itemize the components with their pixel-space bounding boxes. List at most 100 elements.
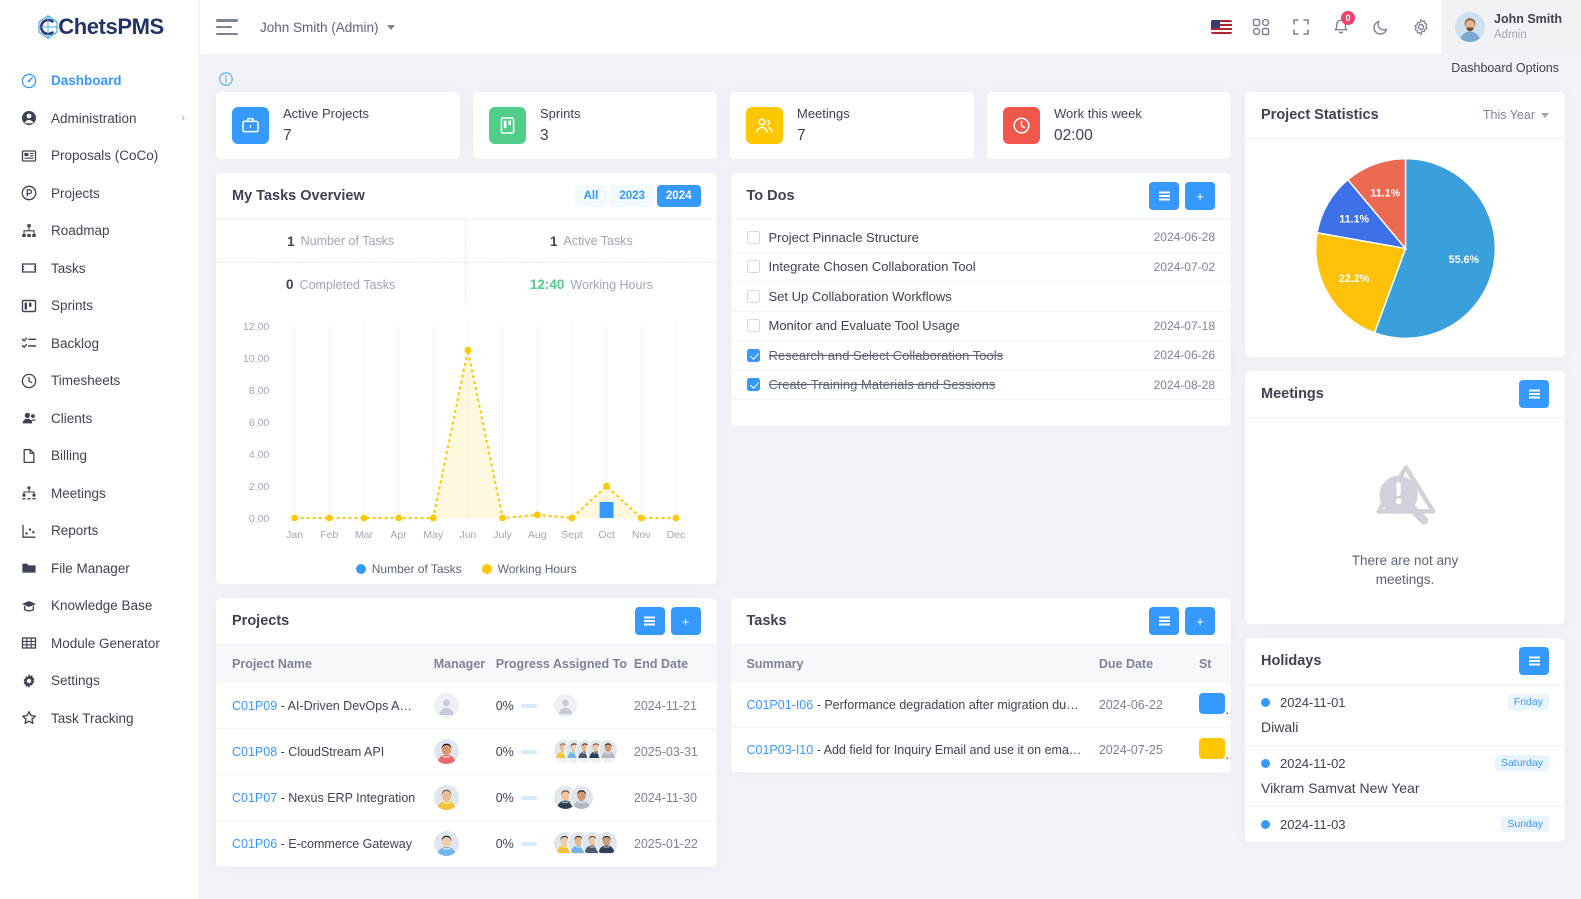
year-filter-2023[interactable]: 2023 (610, 184, 654, 208)
flag-us-icon[interactable] (1201, 0, 1241, 54)
metric-label: Number of Tasks (300, 234, 395, 248)
cell-project-name[interactable]: C01P09 - AI-Driven DevOps Automation (216, 683, 426, 729)
projects-menu-button[interactable] (634, 607, 665, 635)
table-row[interactable]: C01P07 - Nexus ERP Integration 0% 2024-11-… (216, 774, 717, 821)
todos-menu-button[interactable] (1149, 182, 1179, 210)
sidebar-item-billing[interactable]: Billing (0, 437, 199, 475)
task-code[interactable]: C01P01-I06 (747, 698, 814, 712)
sidebar-item-settings[interactable]: Settings (0, 662, 199, 700)
sidebar-item-administration[interactable]: Administration › (0, 100, 199, 138)
tasks-add-button[interactable]: + (1185, 607, 1215, 635)
column-project-name[interactable]: Project Name (216, 645, 426, 683)
sidebar-item-projects[interactable]: Projects (0, 175, 199, 213)
brand-logo[interactable]: ChetsPMS (0, 0, 199, 54)
table-row[interactable]: C01P01-I06 - Performance degradation aft… (730, 683, 1231, 728)
sidebar-item-sprints[interactable]: Sprints (0, 287, 199, 325)
project-code[interactable]: C01P06 (232, 837, 277, 851)
todo-item[interactable]: Set Up Collaboration Workflows (730, 282, 1231, 312)
profile-menu[interactable]: John Smith Admin (1441, 0, 1581, 54)
table-row[interactable]: C01P06 - E-commerce Gateway 0% 2025-01-22 (216, 820, 717, 867)
cell-project-name[interactable]: C01P06 - E-commerce Gateway (216, 820, 426, 867)
stat-card-work-this-week[interactable]: Work this week 02:00 (987, 92, 1231, 159)
list-item[interactable]: 2024-11-03 Sunday (1245, 807, 1565, 842)
todo-item[interactable]: Monitor and Evaluate Tool Usage 2024-07-… (730, 312, 1231, 341)
info-circle-icon[interactable] (219, 72, 233, 86)
sidebar-item-dashboard[interactable]: Dashboard (0, 62, 199, 100)
bell-icon[interactable]: 0 (1321, 0, 1361, 54)
cell-project-name[interactable]: C01P08 - CloudStream API (216, 728, 426, 775)
tasks-menu-button[interactable] (1149, 607, 1179, 635)
sidebar-item-label: Timesheets (51, 373, 121, 389)
sidebar-item-file-manager[interactable]: File Manager (0, 550, 199, 588)
user-switcher-dropdown[interactable]: John Smith (Admin) (260, 20, 395, 35)
sidebar-item-module-generator[interactable]: Module Generator (0, 625, 199, 663)
meetings-menu-button[interactable] (1519, 380, 1549, 408)
sidebar-item-reports[interactable]: Reports (0, 512, 199, 550)
todo-checkbox[interactable] (746, 230, 760, 244)
todo-checkbox[interactable] (746, 348, 760, 362)
stat-value: 7 (283, 126, 292, 144)
projects-add-button[interactable]: + (670, 607, 701, 635)
svg-text:Oct: Oct (598, 529, 614, 541)
task-code[interactable]: C01P03-I10 (747, 743, 814, 757)
sidebar-item-knowledge-base[interactable]: Knowledge Base (0, 587, 199, 625)
cell-summary[interactable]: C01P01-I06 - Performance degradation aft… (730, 683, 1091, 728)
todo-checkbox[interactable] (746, 260, 760, 274)
todo-item[interactable]: Project Pinnacle Structure 2024-06-28 (730, 223, 1231, 253)
todo-item[interactable]: Research and Select Collaboration Tools … (730, 341, 1231, 371)
sidebar-item-proposals[interactable]: Proposals (CoCo) (0, 137, 199, 175)
column-end-date[interactable]: End Date (625, 645, 717, 683)
sidebar-item-meetings[interactable]: Meetings (0, 475, 199, 513)
top-header-actions: 0 John Smith Admin (1201, 0, 1581, 54)
stat-label: Meetings (797, 106, 850, 122)
sidebar-item-backlog[interactable]: Backlog (0, 325, 199, 363)
cell-project-name[interactable]: C01P07 - Nexus ERP Integration (216, 774, 426, 821)
table-row[interactable]: C01P09 - AI-Driven DevOps Automation 0% 20… (216, 683, 717, 729)
todo-label: Set Up Collaboration Workflows (768, 288, 952, 304)
column-manager[interactable]: Manager (425, 645, 488, 683)
apps-grid-icon[interactable] (1241, 0, 1281, 54)
table-row[interactable]: C01P03-I10 - Add field for Inquiry Email… (730, 727, 1231, 773)
todo-checkbox[interactable] (746, 319, 760, 333)
table-row[interactable]: C01P08 - CloudStream API 0% 2025-03-31 (216, 728, 717, 775)
moon-icon[interactable] (1361, 0, 1401, 54)
column-due-date[interactable]: Due Date (1090, 645, 1191, 683)
sidebar-item-task-tracking[interactable]: Task Tracking (0, 700, 199, 738)
svg-text:Jun: Jun (459, 529, 476, 541)
column-status[interactable]: St (1190, 645, 1231, 683)
project-code[interactable]: C01P08 (232, 745, 277, 759)
holidays-menu-button[interactable] (1519, 647, 1549, 675)
todo-item[interactable]: Integrate Chosen Collaboration Tool 2024… (730, 253, 1231, 282)
sidebar-item-clients[interactable]: Clients (0, 400, 199, 438)
year-filter-2024[interactable]: 2024 (656, 184, 701, 208)
gear-icon[interactable] (1401, 0, 1441, 54)
stat-card-active-projects[interactable]: Active Projects 7 (216, 92, 460, 159)
todo-checkbox[interactable] (746, 289, 760, 303)
legend-item-number-of-tasks[interactable]: Number of Tasks (355, 562, 462, 576)
stat-label: Active Projects (283, 106, 369, 122)
avatar (1455, 12, 1485, 42)
stat-card-meetings[interactable]: Meetings 7 (730, 92, 974, 159)
todo-item[interactable]: Create Training Materials and Sessions 2… (730, 371, 1231, 400)
stat-card-sprints[interactable]: Sprints 3 (473, 92, 717, 159)
list-item[interactable]: 2024-11-02 Saturday Vikram Samvat New Ye… (1245, 746, 1565, 807)
cell-summary[interactable]: C01P03-I10 - Add field for Inquiry Email… (730, 727, 1091, 773)
todos-add-button[interactable]: + (1185, 182, 1215, 210)
list-item[interactable]: 2024-11-01 Friday Diwali (1245, 685, 1565, 746)
sidebar-item-tasks[interactable]: Tasks (0, 250, 199, 288)
column-summary[interactable]: Summary (730, 645, 1091, 683)
fullscreen-icon[interactable] (1281, 0, 1321, 54)
sidebar-item-timesheets[interactable]: Timesheets (0, 362, 199, 400)
sidebar-item-roadmap[interactable]: Roadmap (0, 212, 199, 250)
hamburger-icon[interactable] (216, 19, 238, 35)
project-code[interactable]: C01P07 (232, 791, 277, 805)
year-filter-all[interactable]: All (574, 184, 608, 208)
period-select[interactable]: This Year (1483, 108, 1549, 122)
panel-header: Projects + (216, 598, 717, 645)
column-assigned-to[interactable]: Assigned To (544, 645, 627, 683)
column-progress[interactable]: Progress (487, 645, 550, 683)
project-code[interactable]: C01P09 (232, 699, 277, 713)
dashboard-options-tooltip[interactable]: Dashboard Options (1441, 54, 1569, 82)
todo-checkbox[interactable] (746, 378, 760, 392)
legend-item-working-hours[interactable]: Working Hours (481, 562, 577, 576)
